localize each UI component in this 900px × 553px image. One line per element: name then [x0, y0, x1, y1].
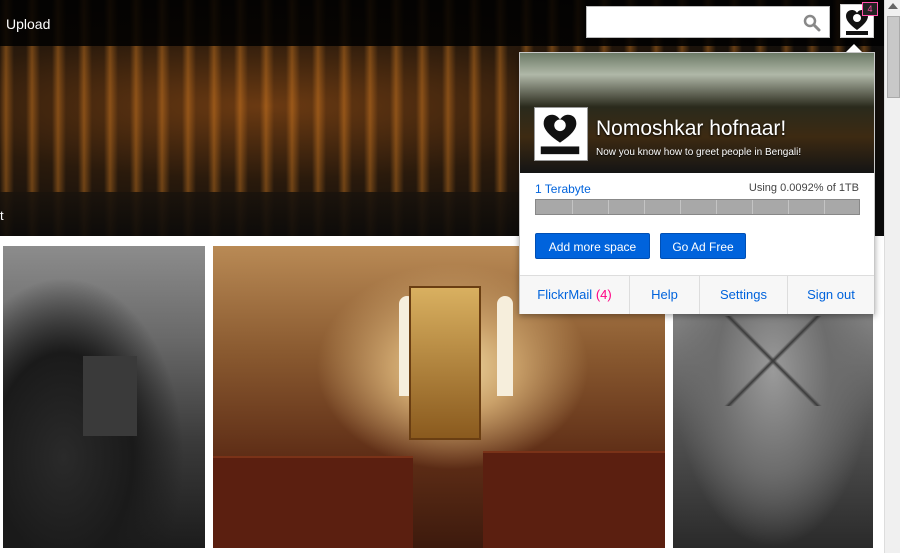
search-input[interactable]	[591, 11, 795, 35]
flickrmail-link[interactable]: FlickrMail (4)	[520, 276, 630, 314]
flickrmail-label: FlickrMail	[537, 287, 593, 302]
account-header-photo: Nomoshkar hofnaar! Now you know how to g…	[520, 53, 874, 173]
go-ad-free-button[interactable]: Go Ad Free	[660, 233, 746, 259]
tombstone-shape	[83, 356, 137, 436]
settings-link[interactable]: Settings	[700, 276, 788, 314]
search-icon[interactable]	[803, 14, 821, 32]
scroll-up-arrow-icon[interactable]	[888, 3, 898, 9]
storage-bar-segment	[608, 200, 609, 214]
account-dropdown: Nomoshkar hofnaar! Now you know how to g…	[519, 52, 875, 314]
photo-tile-graveyard[interactable]	[3, 246, 205, 548]
storage-bar-segment	[644, 200, 645, 214]
dropdown-caret	[846, 44, 862, 52]
pew-left	[213, 456, 413, 548]
upload-link[interactable]: Upload	[6, 16, 50, 32]
storage-bar-segment	[788, 200, 789, 214]
hofnaar-logo-icon	[540, 114, 580, 155]
help-link[interactable]: Help	[630, 276, 700, 314]
storage-bar-segment	[680, 200, 681, 214]
greeting-subtitle: Now you know how to greet people in Beng…	[596, 147, 802, 158]
gable-shape	[713, 316, 833, 406]
nav-text-fragment: t	[0, 208, 4, 223]
add-more-space-button[interactable]: Add more space	[535, 233, 650, 259]
account-footer-nav: FlickrMail (4) Help Settings Sign out	[520, 275, 874, 314]
storage-bar-segment	[752, 200, 753, 214]
scroll-thumb[interactable]	[887, 16, 900, 98]
storage-progress-bar	[535, 199, 860, 215]
storage-bar-segment	[572, 200, 573, 214]
storage-usage-text: Using 0.0092% of 1TB	[748, 182, 859, 194]
storage-plan-link[interactable]: 1 Terabyte	[535, 182, 591, 196]
altar-shape	[409, 286, 481, 440]
church-window	[497, 296, 513, 396]
avatar[interactable]	[534, 107, 588, 161]
page-scrollbar[interactable]	[884, 0, 900, 553]
photo-tile-building[interactable]	[673, 296, 873, 548]
pew-right	[483, 451, 665, 548]
sign-out-link[interactable]: Sign out	[788, 276, 874, 314]
storage-bar-segment	[716, 200, 717, 214]
storage-bar-segment	[824, 200, 825, 214]
mail-count: (4)	[595, 287, 612, 302]
greeting-title: Nomoshkar hofnaar!	[596, 117, 787, 140]
search-box	[586, 6, 830, 38]
notification-badge: 4	[862, 2, 878, 16]
